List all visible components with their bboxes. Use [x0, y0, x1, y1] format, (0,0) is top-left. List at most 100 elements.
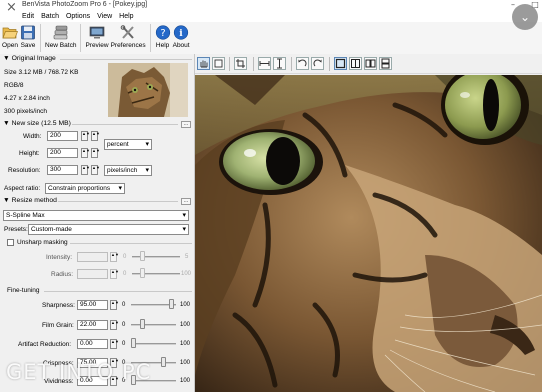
intensity-stepper[interactable]: ▲▼ [110, 252, 119, 262]
sharpness-slider[interactable] [131, 299, 176, 309]
new-batch-label: New Batch [45, 42, 77, 49]
artifact-reduction-field[interactable]: 0.00 [77, 339, 108, 349]
crop-tool-button[interactable] [234, 57, 247, 70]
sharpness-max: 100 [180, 302, 191, 308]
artifact-reduction-max: 100 [180, 341, 191, 347]
height-field[interactable]: 200 [47, 148, 78, 158]
resolution-unit-select[interactable]: pixels/inch [104, 165, 152, 176]
save-label: Save [20, 42, 36, 49]
new-size-header[interactable]: ▼ New size (12.5 MB) [3, 120, 71, 127]
menu-options[interactable]: Options [66, 13, 90, 20]
preferences-button[interactable]: Preferences [111, 22, 146, 49]
menu-help[interactable]: Help [119, 13, 133, 20]
preview-label: Preview [85, 42, 109, 49]
film-grain-slider[interactable] [131, 319, 176, 329]
crop-icon [236, 59, 245, 68]
monitor-preview-icon [89, 26, 105, 39]
size-unit-select[interactable]: percent [104, 139, 152, 150]
hand-icon [200, 60, 208, 68]
presets-label: Presets: [4, 226, 28, 233]
intensity-field[interactable] [77, 252, 108, 262]
menu-edit[interactable]: Edit [22, 13, 34, 20]
height-lock-button[interactable]: ▲▼ [91, 148, 100, 158]
side-by-side-button[interactable] [364, 57, 377, 70]
preview-button[interactable]: Preview [85, 22, 109, 49]
resolution-field[interactable]: 300 [47, 165, 78, 175]
original-size-text: Size 3.12 MB / 768.72 KB [4, 69, 79, 76]
intensity-min: 0 [123, 254, 127, 260]
folder-open-icon [2, 27, 18, 39]
window-title: BenVista PhotoZoom Pro 6 - [Pokey.jpg] [22, 1, 148, 8]
chevron-down-icon[interactable]: ⌄ [512, 4, 538, 30]
unsharp-masking-checkbox[interactable] [7, 239, 14, 246]
batch-stack-icon [53, 25, 68, 40]
divider [58, 201, 178, 202]
radius-field[interactable] [77, 269, 108, 279]
open-button[interactable]: Open [2, 22, 18, 49]
svg-text:i: i [179, 29, 183, 39]
artifact-reduction-stepper[interactable]: ▲▼ [110, 339, 119, 349]
about-label: About [172, 42, 190, 49]
width-lock-button[interactable]: ▲▼ [91, 131, 100, 141]
menu-bar: Edit Batch Options View Help [0, 11, 542, 22]
toolbar-spacer [195, 22, 542, 54]
image-viewer[interactable] [195, 75, 542, 392]
radius-stepper[interactable]: ▲▼ [110, 269, 119, 279]
toolbar-divider [149, 24, 151, 52]
new-batch-button[interactable]: New Batch [45, 22, 76, 49]
aspect-ratio-select[interactable]: Constrain proportions [45, 183, 125, 194]
film-grain-field[interactable]: 22.00 [77, 320, 108, 330]
artifact-reduction-slider[interactable] [131, 338, 176, 348]
floppy-disk-icon [21, 25, 35, 40]
flip-vertical-button[interactable] [273, 57, 286, 70]
film-grain-label: Film Grain: [42, 322, 74, 329]
radius-max: 100 [181, 271, 192, 277]
save-button[interactable]: Save [20, 22, 36, 49]
radius-label: Radius: [51, 271, 74, 278]
width-field[interactable]: 200 [47, 131, 78, 141]
width-stepper[interactable]: ▲▼ [81, 131, 90, 141]
cat-photo [195, 75, 542, 392]
hand-tool-button[interactable] [197, 57, 210, 70]
open-label: Open [2, 42, 18, 49]
artifact-reduction-min: 0 [122, 341, 126, 347]
film-grain-stepper[interactable]: ▲▼ [110, 320, 119, 330]
vividness-max: 100 [180, 378, 191, 384]
resolution-lock-button[interactable]: ▲▼ [91, 165, 100, 175]
divider [60, 59, 192, 60]
original-image-header[interactable]: ▼ Original Image [3, 55, 56, 62]
new-size-more-button[interactable]: ... [181, 121, 191, 128]
resolution-stepper[interactable]: ▲▼ [81, 165, 90, 175]
artifact-reduction-label: Artifact Reduction: [18, 341, 72, 348]
flip-horizontal-button[interactable] [258, 57, 271, 70]
film-grain-max: 100 [180, 322, 191, 328]
viewer-divider [253, 57, 254, 71]
split-vertical-button[interactable] [349, 57, 362, 70]
color-mode-text: RGB/8 [4, 82, 24, 89]
split-horizontal-button[interactable] [379, 57, 392, 70]
height-stepper[interactable]: ▲▼ [81, 148, 90, 158]
radius-slider[interactable] [132, 268, 180, 278]
help-button[interactable]: ? Help [155, 22, 171, 49]
sharpness-label: Sharpness: [42, 302, 75, 309]
menu-batch[interactable]: Batch [41, 13, 59, 20]
sharpness-field[interactable]: 95.00 [77, 300, 108, 310]
original-image-title: Original Image [11, 55, 56, 62]
rotate-left-button[interactable] [296, 57, 309, 70]
presets-select[interactable]: Custom-made [28, 224, 189, 235]
zoom-tool-button[interactable] [212, 57, 225, 70]
width-label: Width: [23, 133, 42, 140]
resolution-label: Resolution: [8, 167, 41, 174]
intensity-slider[interactable] [132, 251, 180, 261]
menu-view[interactable]: View [97, 13, 112, 20]
sharpness-stepper[interactable]: ▲▼ [110, 300, 119, 310]
resize-method-more-button[interactable]: ... [181, 198, 191, 205]
single-view-button[interactable] [334, 57, 347, 70]
toolbar-divider [80, 24, 82, 52]
original-resolution-text: 300 pixels/inch [4, 108, 47, 115]
original-thumbnail [108, 63, 188, 117]
resize-method-header[interactable]: ▼ Resize method [3, 197, 57, 204]
rotate-right-button[interactable] [311, 57, 324, 70]
about-button[interactable]: i About [173, 22, 190, 49]
resize-method-select[interactable]: S-Spline Max [3, 210, 189, 221]
